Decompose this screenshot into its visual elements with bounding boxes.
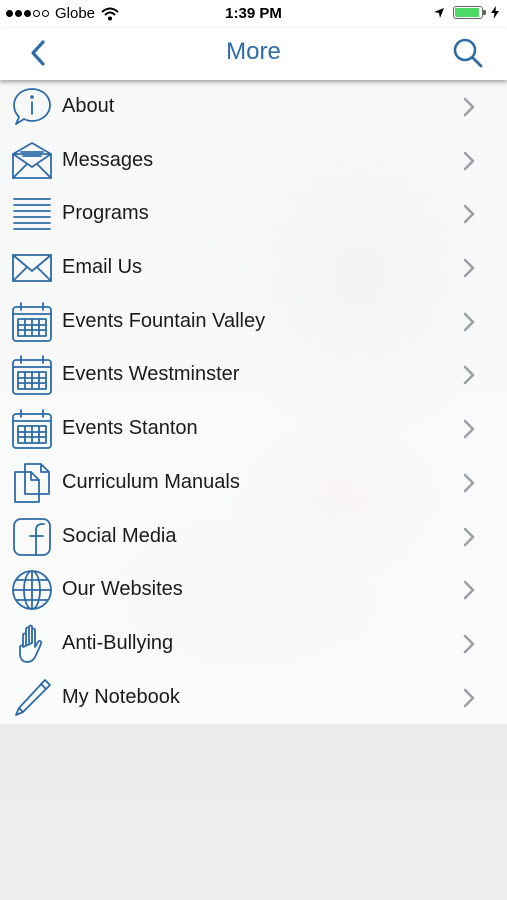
menu-item-events-fountain-valley[interactable]: Events Fountain Valley [0, 295, 507, 349]
menu-item-my-notebook[interactable]: My Notebook [0, 671, 507, 725]
location-arrow-icon [434, 7, 444, 18]
menu-item-label: Events Fountain Valley [62, 309, 266, 332]
chevron-right-icon [463, 634, 475, 654]
chevron-right-icon [463, 366, 475, 385]
chevron-right-icon [463, 151, 475, 170]
menu-item-label: Programs [62, 202, 149, 225]
menu-item-anti-bullying[interactable]: Anti-Bullying [0, 617, 507, 671]
envelope-open-icon [12, 141, 52, 179]
calendar-icon [12, 301, 52, 342]
hand-icon [19, 624, 43, 663]
menu-item-messages[interactable]: Messages [0, 134, 507, 188]
navigation-bar: More [0, 28, 507, 80]
search-button[interactable] [451, 36, 485, 70]
chevron-right-icon [463, 312, 475, 332]
menu-item-label: My Notebook [62, 685, 180, 708]
documents-icon [14, 462, 50, 503]
status-right-group [433, 6, 499, 19]
menu-item-label: About [62, 95, 115, 117]
chevron-right-icon [463, 580, 475, 600]
more-menu-list: About Messages Programs Email Us Events … [0, 80, 507, 724]
battery-icon [453, 6, 486, 19]
status-time: 1:39 PM [225, 5, 282, 22]
status-bar: Globe 1:39 PM [0, 0, 507, 28]
menu-item-label: Email Us [62, 256, 143, 279]
globe-icon [12, 570, 52, 611]
facebook-icon [13, 517, 51, 556]
envelope-icon [12, 254, 52, 282]
chevron-right-icon [463, 473, 475, 493]
list-lines-icon [13, 198, 51, 231]
menu-item-label: Anti-Bullying [62, 631, 174, 654]
menu-item-label: Our Websites [62, 578, 183, 601]
menu-item-events-westminster[interactable]: Events Westminster [0, 348, 507, 402]
calendar-icon [12, 409, 52, 450]
chevron-right-icon [463, 527, 475, 546]
battery-level [455, 8, 479, 17]
menu-item-label: Events Stanton [62, 417, 198, 440]
menu-item-email-us[interactable]: Email Us [0, 241, 507, 295]
calendar-icon [12, 355, 52, 396]
chevron-right-icon [463, 419, 475, 439]
menu-item-about[interactable]: About [0, 80, 507, 134]
menu-item-label: Social Media [62, 524, 177, 547]
menu-item-label: Messages [62, 148, 154, 171]
menu-item-programs[interactable]: Programs [0, 187, 507, 241]
info-bubble-icon [13, 88, 51, 125]
pencil-icon [15, 678, 51, 716]
menu-item-social-media[interactable]: Social Media [0, 510, 507, 564]
chevron-right-icon [463, 205, 475, 224]
chevron-right-icon [463, 258, 475, 278]
chevron-right-icon [463, 97, 475, 117]
menu-item-label: Curriculum Manuals [62, 470, 240, 493]
menu-item-label: Events Westminster [62, 363, 240, 386]
menu-item-events-stanton[interactable]: Events Stanton [0, 402, 507, 456]
menu-item-our-websites[interactable]: Our Websites [0, 563, 507, 617]
charging-bolt-icon [491, 6, 499, 19]
chevron-right-icon [463, 688, 475, 707]
menu-item-curriculum-manuals[interactable]: Curriculum Manuals [0, 456, 507, 510]
page-title: More [226, 38, 281, 65]
